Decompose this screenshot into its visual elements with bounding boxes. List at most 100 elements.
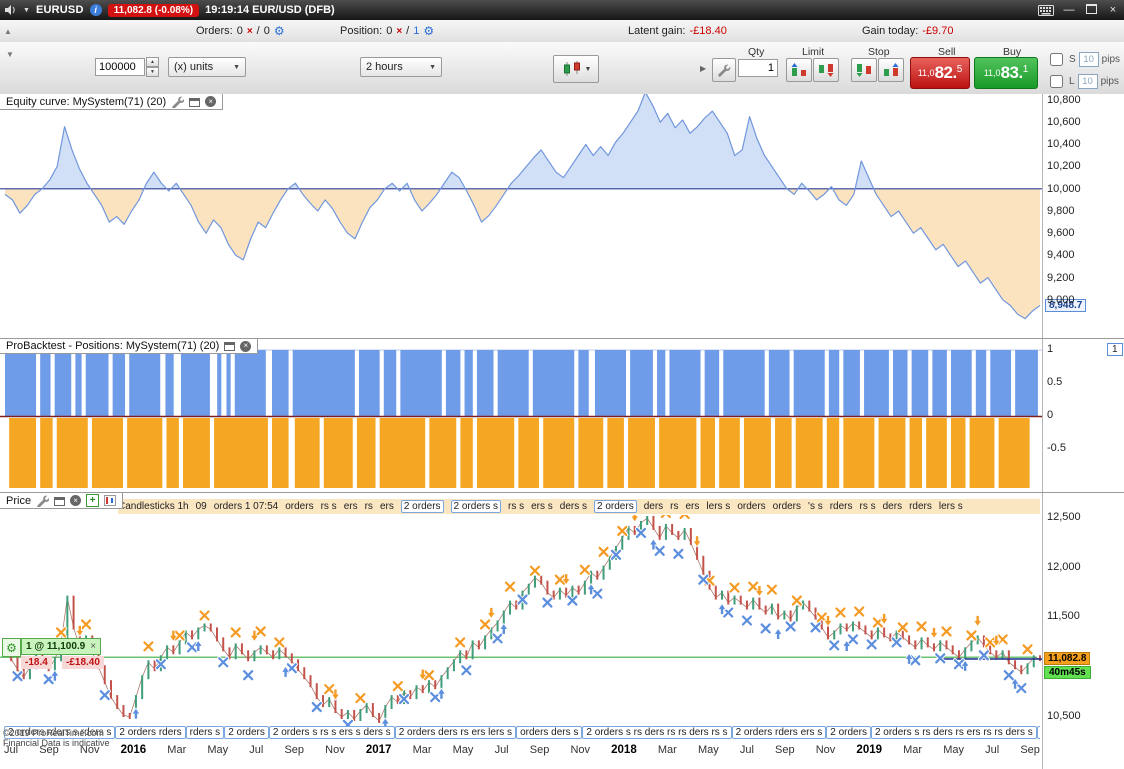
keyboard-icon[interactable] <box>1038 4 1054 16</box>
order-group-label[interactable]: 2 orders <box>826 726 871 739</box>
stop-pips-row: S 10 pips <box>1046 50 1120 69</box>
collapse-down-icon[interactable]: ▼ <box>6 50 14 59</box>
stop-sell-icon <box>884 63 899 76</box>
orders-working-count: 0 <box>263 25 270 37</box>
order-group-label[interactable]: 2 orders s rs s ers s ders s <box>268 726 395 739</box>
limit-pips-value[interactable]: 10 <box>1077 74 1098 89</box>
time-axis-label: Jul <box>985 744 1000 756</box>
order-label: Candlesticks 1h <box>118 501 189 512</box>
orders-summary: Orders: 0 × / 0 ⚙ <box>196 24 285 38</box>
orders-settings-gear-icon[interactable]: ⚙ <box>274 25 285 37</box>
time-axis-label: 2017 <box>365 744 392 756</box>
order-group-label[interactable]: 2 orders <box>224 726 269 739</box>
axis-label: 9,400 <box>1047 249 1075 261</box>
detach-window-icon[interactable] <box>54 496 66 506</box>
axis-label: -0.5 <box>1047 442 1066 454</box>
timeframe-select[interactable]: 2 hours ▼ <box>360 57 442 77</box>
close-position-icon[interactable]: × <box>90 641 96 652</box>
last-price-badge: 11,082.8 <box>1044 652 1091 665</box>
order-group-label[interactable]: ders 9 <box>1036 726 1040 739</box>
price-panel: Candlesticks 1h 09 orders 1 07:54 orders rs … <box>0 493 1124 769</box>
stop-checkbox[interactable] <box>1050 53 1063 66</box>
gain-today-label: Gain today: <box>862 25 919 37</box>
order-label: 2 orders s <box>450 500 501 513</box>
quantity-stepper[interactable]: ▲ ▼ <box>146 57 159 77</box>
quantity-input[interactable] <box>95 58 145 76</box>
axis-label: 9,200 <box>1047 272 1075 284</box>
add-order-icon[interactable] <box>104 495 117 506</box>
axis-label: 9,000 <box>1047 294 1075 306</box>
order-label: rders <box>829 501 853 512</box>
equity-chart-canvas[interactable] <box>0 94 1042 338</box>
cancel-orders-icon[interactable]: × <box>247 26 253 37</box>
maximize-button[interactable] <box>1084 3 1098 17</box>
open-position-badge[interactable]: 1 @ 11,100.9 × <box>21 638 102 655</box>
order-group-label[interactable]: rders s <box>185 726 225 739</box>
limit-checkbox[interactable] <box>1050 75 1063 88</box>
close-position-icon[interactable]: × <box>396 26 402 37</box>
order-group-label[interactable]: 2 orders rders <box>115 726 186 739</box>
strategy-gear-button[interactable]: ⚙ <box>2 638 21 657</box>
info-icon[interactable]: i <box>89 4 102 16</box>
time-axis-label: Sep <box>529 744 550 756</box>
close-panel-icon[interactable]: × <box>240 340 252 352</box>
stop-buy-button[interactable] <box>851 58 877 82</box>
order-label: ders <box>882 501 903 512</box>
close-button[interactable]: × <box>1106 4 1120 16</box>
close-panel-icon[interactable]: × <box>205 96 217 107</box>
stop-label: Stop <box>868 46 890 58</box>
order-settings-button[interactable] <box>712 58 736 82</box>
stop-pips-value[interactable]: 10 <box>1078 52 1099 67</box>
time-axis-label: Nov <box>570 744 591 756</box>
position-settings-gear-icon[interactable]: ⚙ <box>423 25 434 37</box>
positions-axis: 1 1 0.5 0 -0.5 <box>1042 339 1124 492</box>
equity-curve-panel: Equity curve: MySystem(71) (20) × 8,948.… <box>0 94 1124 339</box>
order-group-label[interactable]: 2 orders s rs ders rs ers rs rs ders s <box>870 726 1037 739</box>
order-label: rs <box>670 501 679 512</box>
order-group-label[interactable]: 2 orders s rs ders rs rs ders rs s <box>582 726 732 739</box>
detach-window-icon[interactable] <box>189 97 201 107</box>
axis-label: 10,800 <box>1047 94 1081 106</box>
wrench-icon[interactable] <box>171 95 185 108</box>
units-select[interactable]: (x) units ▼ <box>168 57 246 77</box>
time-axis-label: Mar <box>412 744 432 756</box>
positions-chart-canvas[interactable] <box>0 339 1042 492</box>
expand-right-icon[interactable]: ▶ <box>700 64 706 73</box>
axis-label: 11,500 <box>1047 610 1080 622</box>
order-group-label[interactable]: orders ders s <box>516 726 583 739</box>
stop-sell-button[interactable] <box>878 58 904 82</box>
qty-input[interactable] <box>738 59 778 77</box>
order-label: ers <box>685 501 700 512</box>
limit-sell-button[interactable] <box>813 58 839 82</box>
wrench-icon[interactable] <box>36 494 50 507</box>
minimize-button[interactable]: — <box>1062 4 1076 16</box>
limit-buy-button[interactable] <box>786 58 812 82</box>
buy-button[interactable]: 11,0 83. 1 <box>974 57 1038 89</box>
time-axis-label: 2019 <box>856 744 883 756</box>
order-group-label[interactable]: 2 orders ders rs ers lers s <box>394 726 517 739</box>
order-label: 2 orders <box>594 500 637 513</box>
order-label: 09 <box>195 501 207 512</box>
axis-label: 10,500 <box>1047 710 1081 722</box>
order-group-label[interactable]: 2 orders rders ers s <box>731 726 827 739</box>
position-label: Position: <box>340 25 383 37</box>
price-chart-canvas[interactable] <box>0 515 1042 728</box>
order-label: orders <box>737 501 766 512</box>
order-label: ers <box>343 501 358 512</box>
order-label: rs <box>364 501 373 512</box>
collapse-up-icon[interactable]: ▲ <box>4 20 12 42</box>
stop-checkbox-label: S <box>1069 54 1076 65</box>
equity-panel-title: Equity curve: MySystem(71) (20) <box>6 95 167 108</box>
close-panel-icon[interactable]: × <box>70 495 82 506</box>
order-label: lers s <box>706 501 731 512</box>
time-axis-label: Jul <box>739 744 754 756</box>
chart-style-button[interactable]: ▼ <box>553 55 599 83</box>
detach-window-icon[interactable] <box>224 341 236 351</box>
sell-button[interactable]: 11,0 82. 5 <box>910 57 970 89</box>
axis-label: 9,600 <box>1047 227 1075 239</box>
latent-gain-value: -£18.40 <box>689 25 727 37</box>
time-axis-label: May <box>943 744 964 756</box>
add-indicator-icon[interactable]: + <box>86 494 100 507</box>
speaker-icon[interactable] <box>4 4 17 16</box>
symbol-dropdown-caret[interactable]: ▼ <box>23 7 30 14</box>
